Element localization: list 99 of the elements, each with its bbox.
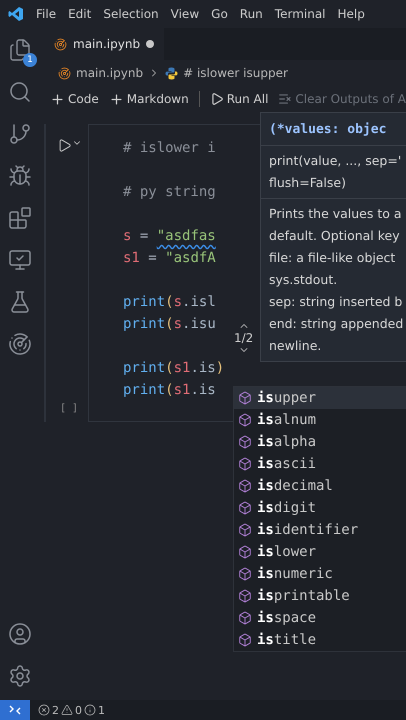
doc-text: end: string appended: [269, 315, 404, 333]
code-token: print: [123, 360, 166, 376]
execution-count: [ ]: [60, 403, 78, 414]
code-token: .is: [190, 360, 216, 376]
account-icon: [8, 622, 32, 646]
extensions-icon: [8, 206, 32, 230]
doc-text: newline.: [269, 337, 322, 355]
code-token: s: [174, 316, 182, 332]
code-token: (: [165, 294, 174, 310]
method-icon: [238, 633, 252, 647]
method-icon: [238, 435, 252, 449]
menu-item[interactable]: Edit: [68, 7, 92, 21]
info-count[interactable]: 1: [98, 704, 105, 716]
settings-icon: [8, 664, 32, 688]
suggestion-item[interactable]: istitle: [234, 629, 406, 651]
plus-icon: [50, 92, 65, 106]
suggestion-item[interactable]: isprintable: [234, 585, 406, 607]
radar-icon: [8, 332, 32, 356]
search-icon: [8, 80, 32, 104]
menu-item[interactable]: View: [170, 7, 200, 21]
doc-text: file: a file-like object: [269, 249, 396, 267]
breadcrumb-item[interactable]: # islower isupper: [183, 66, 288, 80]
explorer-icon[interactable]: [8, 38, 32, 62]
code-token: # islower i: [123, 140, 216, 156]
menu-item[interactable]: File: [36, 7, 56, 21]
suggestion-item[interactable]: isalpha: [234, 431, 406, 453]
code-token: s: [123, 228, 132, 244]
suggestion-item[interactable]: islower: [234, 541, 406, 563]
method-icon: [238, 545, 252, 559]
app-logo-icon: [8, 6, 24, 22]
method-icon: [238, 413, 252, 427]
run-cell-icon[interactable]: [56, 138, 72, 153]
code-token: s1: [174, 360, 190, 376]
signature-text: flush=False): [269, 174, 347, 192]
notification-badge: 1: [23, 53, 37, 67]
menu-item[interactable]: Run: [240, 7, 263, 21]
method-icon: [238, 611, 252, 625]
suggestion-item[interactable]: isidentifier: [234, 519, 406, 541]
code-token: # py string: [123, 184, 216, 200]
remote-button[interactable]: [0, 700, 30, 720]
code-token: .isu: [182, 316, 216, 332]
warning-count[interactable]: 0: [75, 704, 82, 716]
source-control-icon: [8, 122, 32, 146]
code-token: (: [165, 382, 174, 398]
clear-list-icon: [278, 92, 292, 106]
suggestion-item[interactable]: isdecimal: [234, 475, 406, 497]
overload-counter: 1/2: [234, 332, 254, 344]
editor-tab[interactable]: main.ipynb: [40, 28, 164, 60]
error-icon: [38, 704, 50, 716]
code-token: print: [123, 382, 166, 398]
suggestion-item[interactable]: isnumeric: [234, 563, 406, 585]
code-token: "asdfas: [156, 228, 216, 244]
code-token: print: [123, 294, 166, 310]
code-token: (: [165, 316, 174, 332]
method-icon: [238, 523, 252, 537]
run-debug-icon: [8, 164, 32, 188]
code-token: =: [147, 250, 158, 266]
error-count[interactable]: 2: [52, 704, 59, 716]
code-token: ): [216, 360, 224, 376]
remote-explorer-icon: [8, 248, 32, 272]
method-icon: [238, 589, 252, 603]
menu-item[interactable]: Terminal: [274, 7, 326, 21]
suggestion-item[interactable]: isspace: [234, 607, 406, 629]
method-icon: [238, 457, 252, 471]
add-code-button[interactable]: Code: [50, 92, 99, 106]
run-all-button[interactable]: Run All: [210, 92, 268, 106]
code-token: print: [123, 316, 166, 332]
play-icon: [210, 92, 224, 106]
menu-item[interactable]: Help: [338, 7, 365, 21]
code-token: s: [174, 294, 182, 310]
remote-icon: [9, 705, 21, 715]
doc-text: sep: string inserted b: [269, 293, 404, 311]
code-token: (: [165, 360, 174, 376]
breadcrumb-item[interactable]: main.ipynb: [76, 66, 144, 80]
info-icon: [84, 704, 96, 716]
method-icon: [238, 567, 252, 581]
menu-item[interactable]: Selection: [103, 7, 159, 21]
signature-text: print(value, ..., sep=': [269, 152, 402, 170]
doc-text: Prints the values to a: [269, 205, 403, 223]
method-icon: [238, 391, 252, 405]
add-markdown-button[interactable]: Markdown: [108, 92, 189, 106]
code-token: .is: [190, 382, 216, 398]
suggestion-item[interactable]: isascii: [234, 453, 406, 475]
code-token: "asdfA: [165, 250, 216, 266]
method-icon: [238, 479, 252, 493]
python-icon: [165, 66, 178, 80]
signature-text: (*values: objec: [269, 121, 388, 139]
code-token: =: [138, 228, 150, 244]
method-icon: [238, 501, 252, 515]
code-token: s1: [123, 250, 140, 266]
suggestion-item[interactable]: isupper: [234, 387, 406, 409]
menu-item[interactable]: Go: [211, 7, 228, 21]
code-token: .isl: [182, 294, 216, 310]
doc-text: sys.stdout.: [269, 271, 338, 289]
suggestion-item[interactable]: isdigit: [234, 497, 406, 519]
plus-icon: [108, 92, 124, 106]
code-token: s1: [174, 382, 190, 398]
warning-icon: [61, 704, 73, 716]
doc-text: default. Optional key: [269, 227, 401, 245]
